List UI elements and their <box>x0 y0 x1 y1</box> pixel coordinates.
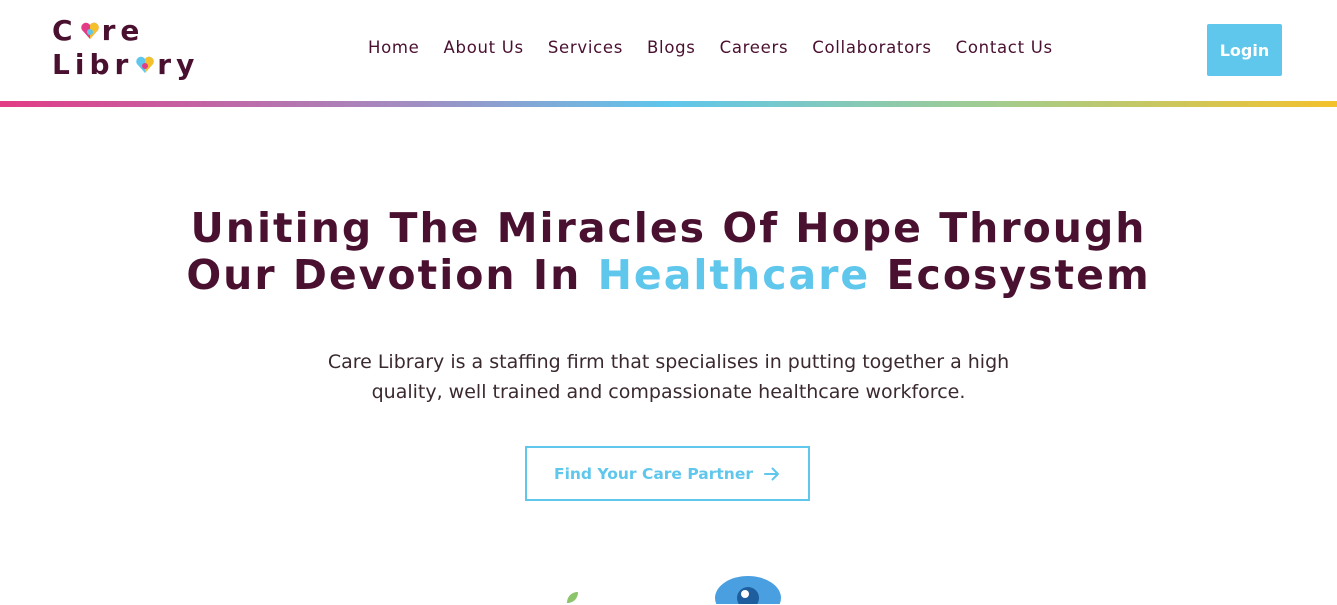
leaf-illustration <box>567 592 578 603</box>
hero-title: Uniting The Miracles Of Hope Through Our… <box>186 204 1151 299</box>
nav-item-services[interactable]: Services <box>548 38 623 57</box>
nav-item-contact-us[interactable]: Contact Us <box>956 38 1053 57</box>
logo-line-2: Libr ry <box>52 48 200 81</box>
cta-label: Find Your Care Partner <box>554 464 753 483</box>
site-header: C re Libr ry Home About Us Services Blog… <box>0 0 1337 103</box>
find-care-partner-button[interactable]: Find Your Care Partner <box>525 446 810 501</box>
nav-item-about-us[interactable]: About Us <box>444 38 524 57</box>
heart-logo-icon <box>136 56 155 73</box>
nav-item-careers[interactable]: Careers <box>720 38 789 57</box>
heart-logo-icon <box>80 22 99 39</box>
nav-item-blogs[interactable]: Blogs <box>647 38 696 57</box>
arrow-right-icon <box>764 467 779 480</box>
hero-title-accent: Healthcare <box>597 251 871 299</box>
nav-item-collaborators[interactable]: Collaborators <box>812 38 931 57</box>
nav-item-home[interactable]: Home <box>368 38 420 57</box>
main-nav: Home About Us Services Blogs Careers Col… <box>368 38 1053 57</box>
login-button[interactable]: Login <box>1207 24 1282 76</box>
hero-section: Uniting The Miracles Of Hope Through Our… <box>0 107 1337 604</box>
eye-illustration <box>715 576 781 604</box>
hero-description: Care Library is a staffing firm that spe… <box>327 351 1010 403</box>
logo-line-1: C re <box>52 14 145 47</box>
brand-logo[interactable]: C re Libr ry <box>52 14 199 82</box>
